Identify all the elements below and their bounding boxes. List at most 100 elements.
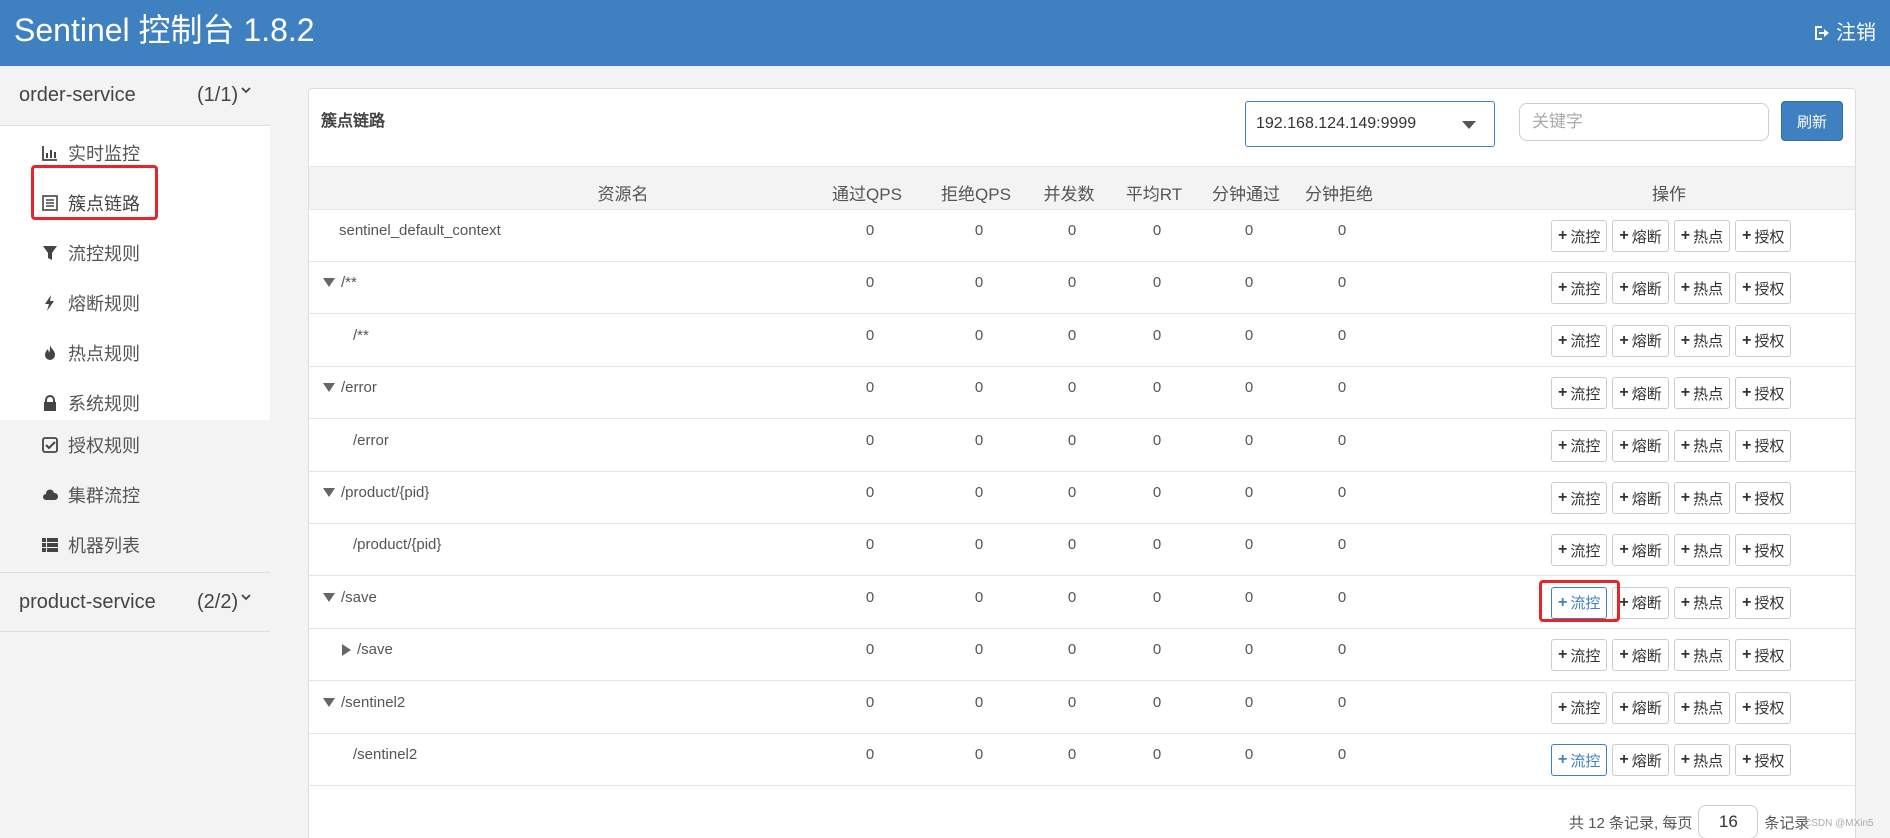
flow-button[interactable]: + 流控 [1551, 586, 1608, 619]
degrade-button[interactable]: + 熔断 [1612, 220, 1669, 252]
flow-button[interactable]: + 流控 [1551, 377, 1608, 410]
plus-icon: + [1680, 436, 1691, 454]
degrade-button[interactable]: + 熔断 [1612, 377, 1669, 410]
collapse-triangle-icon[interactable] [323, 488, 335, 497]
action-label: 流控 [1570, 333, 1601, 351]
action-label: 流控 [1570, 752, 1601, 770]
plus-icon: + [1558, 593, 1568, 611]
hotspot-button[interactable]: + 热点 [1673, 377, 1731, 410]
row-actions: + 流控 + 熔断 + 热点 + 授权 [1551, 220, 1792, 252]
auth-button[interactable]: + 授权 [1735, 377, 1792, 410]
auth-button[interactable]: + 授权 [1735, 324, 1792, 357]
expand-triangle-icon[interactable] [342, 643, 351, 656]
flow-button[interactable]: + 流控 [1551, 744, 1608, 776]
resource-name-cell: /product/{pid} [353, 536, 441, 553]
pagination: 共 12 条记录, 每页 条记录 [1569, 805, 1809, 838]
degrade-button[interactable]: + 熔断 [1612, 272, 1669, 305]
auth-button[interactable]: + 授权 [1735, 639, 1792, 672]
hotspot-button[interactable]: + 热点 [1673, 324, 1731, 357]
degrade-button[interactable]: + 熔断 [1612, 429, 1669, 462]
action-label: 流控 [1570, 280, 1601, 298]
auth-button[interactable]: + 授权 [1735, 691, 1792, 724]
page-size-input[interactable] [1698, 805, 1759, 838]
auth-button[interactable]: + 授权 [1735, 586, 1792, 619]
degrade-button[interactable]: + 熔断 [1612, 586, 1669, 619]
metric-cell: 0 [974, 588, 984, 606]
machine-select[interactable]: 192.168.124.149:9999 [1245, 101, 1495, 147]
flow-button[interactable]: + 流控 [1551, 534, 1608, 567]
collapse-triangle-icon[interactable] [323, 383, 335, 393]
metric-cell: 0 [1067, 222, 1077, 239]
hotspot-button[interactable]: + 热点 [1673, 482, 1731, 514]
app-title[interactable]: Sentinel 控制台 1.8.2 [14, 12, 315, 48]
hotspot-button[interactable]: + 热点 [1673, 586, 1731, 619]
auth-button[interactable]: + 授权 [1735, 220, 1792, 252]
table-row: /** 0 0 0 0 0 0 + 流控 + 熔断 + 热点 + 授权 [309, 262, 1855, 315]
caret-down-icon [1462, 121, 1476, 129]
action-label: 授权 [1754, 385, 1785, 403]
degrade-button[interactable]: + 熔断 [1612, 534, 1669, 567]
auth-button[interactable]: + 授权 [1735, 744, 1792, 776]
sidebar-item-machine-list[interactable]: 机器列表 [0, 520, 270, 570]
table-row: /product/{pid} 0 0 0 0 0 0 + 流控 + 熔断 + 热点 + 授权 [309, 524, 1855, 577]
auth-button[interactable]: + 授权 [1735, 272, 1792, 305]
metric-cell: 0 [865, 693, 875, 711]
action-label: 热点 [1693, 385, 1724, 403]
flow-button[interactable]: + 流控 [1551, 482, 1608, 514]
hotspot-button[interactable]: + 热点 [1673, 272, 1731, 305]
sidebar-item-hotspot-rules[interactable]: 热点规则 [0, 328, 270, 378]
metric-cell: 0 [1152, 274, 1162, 292]
auth-button[interactable]: + 授权 [1735, 429, 1792, 462]
degrade-button[interactable]: + 熔断 [1612, 744, 1669, 776]
metric-cell: 0 [974, 274, 984, 292]
collapse-triangle-icon[interactable] [323, 697, 335, 707]
col-block-qps: 拒绝QPS [941, 185, 1011, 204]
auth-button[interactable]: + 授权 [1735, 482, 1792, 514]
hotspot-button[interactable]: + 热点 [1673, 744, 1731, 776]
plus-icon: + [1742, 698, 1752, 716]
sidebar-item-label: 热点规则 [68, 344, 140, 364]
pager-prefix: 共 12 条记录, 每页 [1569, 814, 1693, 832]
hotspot-button[interactable]: + 热点 [1673, 691, 1731, 724]
flow-button[interactable]: + 流控 [1551, 639, 1608, 672]
logout-button[interactable]: 注销 [1812, 20, 1876, 46]
table-row: /save 0 0 0 0 0 0 + 流控 + 熔断 + 热点 + 授权 [309, 577, 1855, 629]
hotspot-button[interactable]: + 热点 [1673, 220, 1731, 252]
sidebar-item-realtime-monitor[interactable]: 实时监控 [0, 128, 270, 178]
collapse-triangle-icon[interactable] [323, 592, 335, 602]
degrade-button[interactable]: + 熔断 [1612, 324, 1669, 357]
plus-icon: + [1619, 751, 1629, 768]
sidebar-item-label: 簇点链路 [68, 194, 140, 214]
metric-cell: 0 [974, 641, 984, 659]
flow-button[interactable]: + 流控 [1551, 272, 1608, 305]
degrade-button[interactable]: + 熔断 [1612, 691, 1669, 724]
keyword-search-input[interactable] [1519, 103, 1769, 141]
service-order[interactable]: order-service (1/1) [0, 66, 270, 126]
metric-cell: 0 [974, 484, 984, 501]
refresh-button[interactable]: 刷新 [1781, 101, 1843, 141]
metric-cell: 0 [1337, 379, 1347, 397]
sidebar-item-auth-rules[interactable]: 授权规则 [0, 420, 270, 470]
sidebar-item-cluster-link[interactable]: 簇点链路 [0, 178, 270, 228]
hotspot-button[interactable]: + 热点 [1673, 429, 1731, 462]
metric-cell: 0 [1152, 536, 1162, 554]
resource-name-cell: sentinel_default_context [339, 222, 501, 239]
hotspot-button[interactable]: + 热点 [1673, 639, 1731, 672]
sidebar-item-cluster-flow[interactable]: 集群流控 [0, 470, 270, 520]
service-product[interactable]: product-service (2/2) [0, 572, 270, 632]
flow-button[interactable]: + 流控 [1551, 429, 1608, 462]
flow-button[interactable]: + 流控 [1551, 324, 1608, 357]
degrade-button[interactable]: + 熔断 [1612, 482, 1669, 514]
hotspot-button[interactable]: + 热点 [1673, 534, 1731, 567]
auth-button[interactable]: + 授权 [1735, 534, 1792, 567]
metric-cell: 0 [1067, 641, 1077, 659]
flow-button[interactable]: + 流控 [1551, 220, 1608, 252]
flow-button[interactable]: + 流控 [1551, 691, 1608, 724]
metric-cell: 0 [1337, 431, 1347, 449]
degrade-button[interactable]: + 熔断 [1612, 639, 1669, 672]
metric-cell: 0 [1152, 746, 1162, 763]
sidebar-item-degrade-rules[interactable]: 熔断规则 [0, 278, 270, 328]
collapse-triangle-icon[interactable] [323, 278, 335, 288]
sidebar-item-flow-rules[interactable]: 流控规则 [0, 228, 270, 278]
col-minute-pass: 分钟通过 [1212, 185, 1280, 204]
